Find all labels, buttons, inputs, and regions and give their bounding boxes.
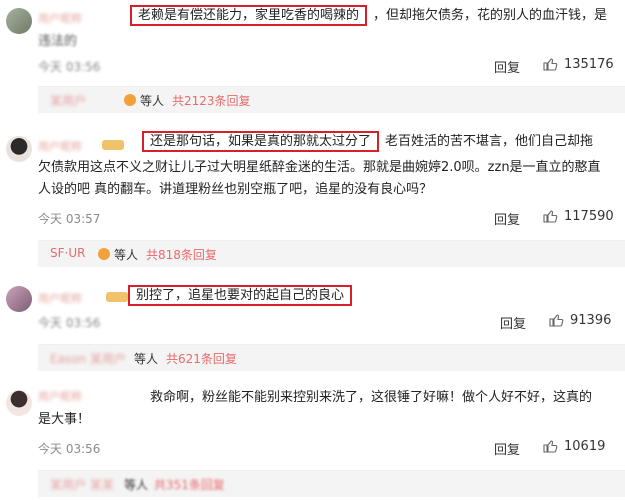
comment-text-line3: 人设的吧 真的翻车。讲道理粉丝也别空瓶了吧，追星的没有良心吗？: [38, 182, 433, 197]
reply-count[interactable]: 共2123条回复: [172, 92, 251, 109]
like-button[interactable]: 135176: [542, 56, 614, 72]
highlight-box: 别控了，追星也要对的起自己的良心: [128, 285, 353, 306]
thumbs-up-icon: [543, 440, 558, 453]
username[interactable]: 用户昵称: [38, 388, 82, 404]
like-count: 117590: [564, 208, 614, 224]
vip-badge-icon: [106, 292, 128, 302]
reply-button[interactable]: 回复: [494, 57, 520, 76]
thumbs-up-icon: [543, 210, 558, 223]
replies-bar[interactable]: SF·UR 等人 共818条回复: [38, 240, 625, 267]
timestamp: 今天 03:56: [38, 60, 101, 74]
like-count: 135176: [564, 56, 614, 72]
username[interactable]: 用户昵称: [38, 10, 82, 26]
reply-button[interactable]: 回复: [494, 209, 520, 228]
highlight-box: 还是那句话，如果是真的那就太过分了: [142, 131, 380, 152]
like-button[interactable]: 117590: [542, 208, 614, 224]
timestamp: 今天 03:56: [38, 316, 101, 330]
reply-count[interactable]: 共818条回复: [146, 246, 217, 263]
like-button[interactable]: 10619: [542, 438, 605, 454]
comment-text: 救命啊，粉丝能不能别来控别来洗了，这很锤了好嘛！做个人好不好，这真的: [150, 390, 593, 405]
timestamp: 今天 03:56: [38, 442, 101, 456]
username[interactable]: 用户昵称: [38, 290, 82, 306]
vip-badge-icon: [102, 140, 124, 150]
timestamp: 今天 03:57: [38, 212, 101, 226]
avatar[interactable]: [6, 390, 32, 416]
reply-count[interactable]: 共621条回复: [166, 350, 237, 367]
reply-count[interactable]: 共351条回复: [154, 476, 225, 493]
comment-text: 老赖是有偿还能力，家里吃香的喝辣的 ，但却拖欠债务，花的别人的血汗钱，是: [130, 5, 611, 26]
avatar[interactable]: [6, 136, 32, 162]
replies-bar[interactable]: 某用户 等人 共2123条回复: [38, 86, 625, 113]
avatar[interactable]: [6, 286, 32, 312]
reply-button[interactable]: 回复: [500, 313, 526, 332]
comment-text: 别控了，追星也要对的起自己的良心: [128, 285, 611, 306]
thumbs-up-icon: [543, 58, 558, 71]
comment-text-line2: 违法的: [38, 34, 78, 49]
replies-bar[interactable]: 某用户 某某 等人 共351条回复: [38, 470, 625, 497]
username[interactable]: 用户昵称: [38, 138, 82, 154]
avatar[interactable]: [6, 8, 32, 34]
like-count: 10619: [564, 438, 606, 454]
replies-bar[interactable]: Eason 某用户 等人 共621条回复: [38, 344, 625, 371]
highlight-box: 老赖是有偿还能力，家里吃香的喝辣的: [130, 5, 368, 26]
vip-badge-icon: [124, 94, 136, 106]
vip-badge-icon: [98, 248, 110, 260]
comment-text-line2: 是大事！: [38, 412, 91, 427]
like-button[interactable]: 91396: [548, 312, 611, 328]
comment-text-line2: 欠债款用这点不义之财让儿子过大明星纸醉金迷的生活。那就是曲婉婷2.0呗。zzn是…: [38, 160, 601, 175]
comment-text: 还是那句话，如果是真的那就太过分了 老百姓活的苦不堪言，他们自己却拖: [142, 131, 611, 152]
reply-button[interactable]: 回复: [494, 439, 520, 458]
thumbs-up-icon: [549, 314, 564, 327]
like-count: 91396: [570, 312, 612, 328]
